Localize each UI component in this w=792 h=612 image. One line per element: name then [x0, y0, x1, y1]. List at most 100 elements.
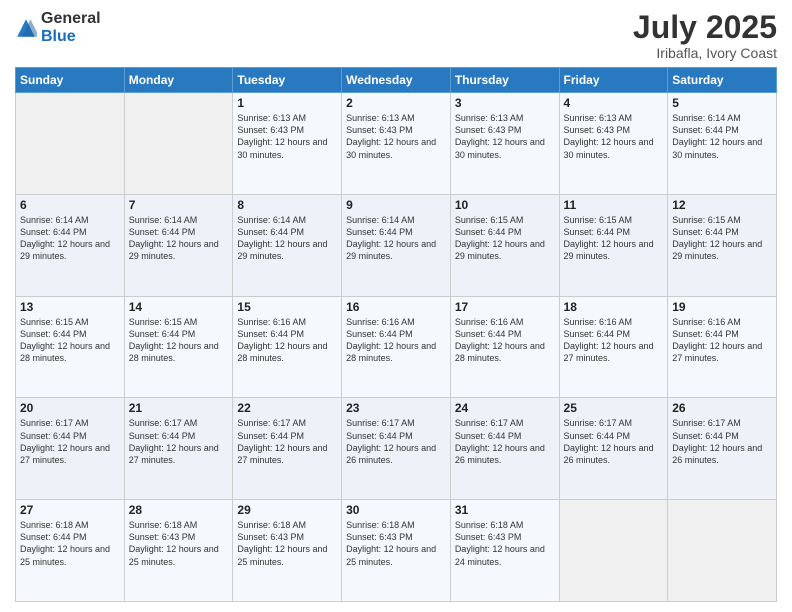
day-detail: Sunrise: 6:15 AMSunset: 6:44 PMDaylight:…	[455, 214, 555, 263]
week-row-3: 13 Sunrise: 6:15 AMSunset: 6:44 PMDayligh…	[16, 296, 777, 398]
weekday-header-thursday: Thursday	[450, 68, 559, 93]
day-detail: Sunrise: 6:17 AMSunset: 6:44 PMDaylight:…	[237, 417, 337, 466]
calendar-cell: 31 Sunrise: 6:18 AMSunset: 6:43 PMDayligh…	[450, 500, 559, 602]
week-row-1: 1Sunrise: 6:13 AMSunset: 6:43 PMDaylight…	[16, 93, 777, 195]
day-detail: Sunrise: 6:13 AMSunset: 6:43 PMDaylight:…	[346, 112, 446, 161]
day-detail: Sunrise: 6:16 AMSunset: 6:44 PMDaylight:…	[672, 316, 772, 365]
calendar-cell: 27Sunrise: 6:18 AMSunset: 6:44 PMDayligh…	[16, 500, 125, 602]
day-detail: Sunrise: 6:18 AMSunset: 6:43 PMDaylight:…	[455, 519, 555, 568]
calendar-cell: 7Sunrise: 6:14 AMSunset: 6:44 PMDaylight…	[124, 194, 233, 296]
calendar-cell: 29 Sunrise: 6:18 AMSunset: 6:43 PMDayligh…	[233, 500, 342, 602]
calendar-cell: 26 Sunrise: 6:17 AMSunset: 6:44 PMDayligh…	[668, 398, 777, 500]
day-number: 26	[672, 401, 772, 415]
day-detail: Sunrise: 6:14 AMSunset: 6:44 PMDaylight:…	[237, 214, 337, 263]
calendar-cell: 13 Sunrise: 6:15 AMSunset: 6:44 PMDayligh…	[16, 296, 125, 398]
calendar-cell: 9 Sunrise: 6:14 AMSunset: 6:44 PMDaylight…	[342, 194, 451, 296]
day-detail: Sunrise: 6:15 AMSunset: 6:44 PMDaylight:…	[564, 214, 664, 263]
day-detail: Sunrise: 6:17 AMSunset: 6:44 PMDaylight:…	[455, 417, 555, 466]
calendar-cell: 25 Sunrise: 6:17 AMSunset: 6:44 PMDayligh…	[559, 398, 668, 500]
calendar-cell: 19Sunrise: 6:16 AMSunset: 6:44 PMDayligh…	[668, 296, 777, 398]
day-number: 15	[237, 300, 337, 314]
calendar-cell: 6 Sunrise: 6:14 AMSunset: 6:44 PMDaylight…	[16, 194, 125, 296]
day-number: 5	[672, 96, 772, 110]
location: Iribafla, Ivory Coast	[633, 45, 777, 61]
calendar-cell: 22Sunrise: 6:17 AMSunset: 6:44 PMDayligh…	[233, 398, 342, 500]
day-detail: Sunrise: 6:15 AMSunset: 6:44 PMDaylight:…	[672, 214, 772, 263]
day-detail: Sunrise: 6:14 AMSunset: 6:44 PMDaylight:…	[129, 214, 229, 263]
day-number: 23	[346, 401, 446, 415]
week-row-5: 27Sunrise: 6:18 AMSunset: 6:44 PMDayligh…	[16, 500, 777, 602]
calendar-cell: 2 Sunrise: 6:13 AMSunset: 6:43 PMDaylight…	[342, 93, 451, 195]
calendar-cell: 28 Sunrise: 6:18 AMSunset: 6:43 PMDayligh…	[124, 500, 233, 602]
day-detail: Sunrise: 6:13 AMSunset: 6:43 PMDaylight:…	[455, 112, 555, 161]
day-number: 14	[129, 300, 229, 314]
day-detail: Sunrise: 6:14 AMSunset: 6:44 PMDaylight:…	[346, 214, 446, 263]
day-number: 21	[129, 401, 229, 415]
day-detail: Sunrise: 6:13 AMSunset: 6:43 PMDaylight:…	[237, 112, 337, 161]
day-number: 2	[346, 96, 446, 110]
weekday-header-sunday: Sunday	[16, 68, 125, 93]
weekday-header-friday: Friday	[559, 68, 668, 93]
day-detail: Sunrise: 6:13 AMSunset: 6:43 PMDaylight:…	[564, 112, 664, 161]
day-detail: Sunrise: 6:14 AMSunset: 6:44 PMDaylight:…	[20, 214, 120, 263]
day-number: 28	[129, 503, 229, 517]
day-number: 16	[346, 300, 446, 314]
calendar-cell: 23 Sunrise: 6:17 AMSunset: 6:44 PMDayligh…	[342, 398, 451, 500]
week-row-2: 6 Sunrise: 6:14 AMSunset: 6:44 PMDaylight…	[16, 194, 777, 296]
day-detail: Sunrise: 6:15 AMSunset: 6:44 PMDaylight:…	[129, 316, 229, 365]
day-number: 6	[20, 198, 120, 212]
weekday-header-wednesday: Wednesday	[342, 68, 451, 93]
calendar-cell: 20 Sunrise: 6:17 AMSunset: 6:44 PMDayligh…	[16, 398, 125, 500]
day-detail: Sunrise: 6:17 AMSunset: 6:44 PMDaylight:…	[129, 417, 229, 466]
day-detail: Sunrise: 6:16 AMSunset: 6:44 PMDaylight:…	[564, 316, 664, 365]
day-number: 10	[455, 198, 555, 212]
calendar-cell: 4 Sunrise: 6:13 AMSunset: 6:43 PMDaylight…	[559, 93, 668, 195]
calendar-cell: 15 Sunrise: 6:16 AMSunset: 6:44 PMDayligh…	[233, 296, 342, 398]
day-detail: Sunrise: 6:16 AMSunset: 6:44 PMDaylight:…	[237, 316, 337, 365]
day-number: 12	[672, 198, 772, 212]
day-number: 25	[564, 401, 664, 415]
logo-icon	[15, 17, 37, 39]
calendar-cell: 3 Sunrise: 6:13 AMSunset: 6:43 PMDaylight…	[450, 93, 559, 195]
day-detail: Sunrise: 6:17 AMSunset: 6:44 PMDaylight:…	[564, 417, 664, 466]
month-title: July 2025	[633, 10, 777, 45]
day-detail: Sunrise: 6:17 AMSunset: 6:44 PMDaylight:…	[20, 417, 120, 466]
day-detail: Sunrise: 6:18 AMSunset: 6:43 PMDaylight:…	[346, 519, 446, 568]
day-detail: Sunrise: 6:17 AMSunset: 6:44 PMDaylight:…	[346, 417, 446, 466]
day-detail: Sunrise: 6:14 AMSunset: 6:44 PMDaylight:…	[672, 112, 772, 161]
day-number: 31	[455, 503, 555, 517]
calendar-cell	[668, 500, 777, 602]
day-detail: Sunrise: 6:15 AMSunset: 6:44 PMDaylight:…	[20, 316, 120, 365]
calendar-cell: 14 Sunrise: 6:15 AMSunset: 6:44 PMDayligh…	[124, 296, 233, 398]
day-number: 3	[455, 96, 555, 110]
day-number: 9	[346, 198, 446, 212]
weekday-header-saturday: Saturday	[668, 68, 777, 93]
calendar-cell: 11Sunrise: 6:15 AMSunset: 6:44 PMDayligh…	[559, 194, 668, 296]
calendar-cell: 8 Sunrise: 6:14 AMSunset: 6:44 PMDaylight…	[233, 194, 342, 296]
day-number: 4	[564, 96, 664, 110]
calendar-cell: 21 Sunrise: 6:17 AMSunset: 6:44 PMDayligh…	[124, 398, 233, 500]
header: General Blue July 2025 Iribafla, Ivory C…	[15, 10, 777, 61]
calendar-cell: 5 Sunrise: 6:14 AMSunset: 6:44 PMDaylight…	[668, 93, 777, 195]
day-number: 29	[237, 503, 337, 517]
day-detail: Sunrise: 6:18 AMSunset: 6:43 PMDaylight:…	[237, 519, 337, 568]
day-detail: Sunrise: 6:18 AMSunset: 6:43 PMDaylight:…	[129, 519, 229, 568]
logo-blue: Blue	[41, 28, 76, 45]
weekday-header-tuesday: Tuesday	[233, 68, 342, 93]
week-row-4: 20 Sunrise: 6:17 AMSunset: 6:44 PMDayligh…	[16, 398, 777, 500]
calendar-cell	[16, 93, 125, 195]
calendar-cell: 10 Sunrise: 6:15 AMSunset: 6:44 PMDayligh…	[450, 194, 559, 296]
day-number: 30	[346, 503, 446, 517]
day-number: 8	[237, 198, 337, 212]
day-number: 18	[564, 300, 664, 314]
calendar-table: SundayMondayTuesdayWednesdayThursdayFrid…	[15, 67, 777, 602]
logo: General Blue	[15, 10, 101, 46]
logo-general: General	[41, 10, 101, 27]
calendar-cell: 18 Sunrise: 6:16 AMSunset: 6:44 PMDayligh…	[559, 296, 668, 398]
calendar-cell: 1Sunrise: 6:13 AMSunset: 6:43 PMDaylight…	[233, 93, 342, 195]
title-section: July 2025 Iribafla, Ivory Coast	[633, 10, 777, 61]
calendar-cell	[124, 93, 233, 195]
day-number: 20	[20, 401, 120, 415]
day-number: 13	[20, 300, 120, 314]
day-detail: Sunrise: 6:17 AMSunset: 6:44 PMDaylight:…	[672, 417, 772, 466]
